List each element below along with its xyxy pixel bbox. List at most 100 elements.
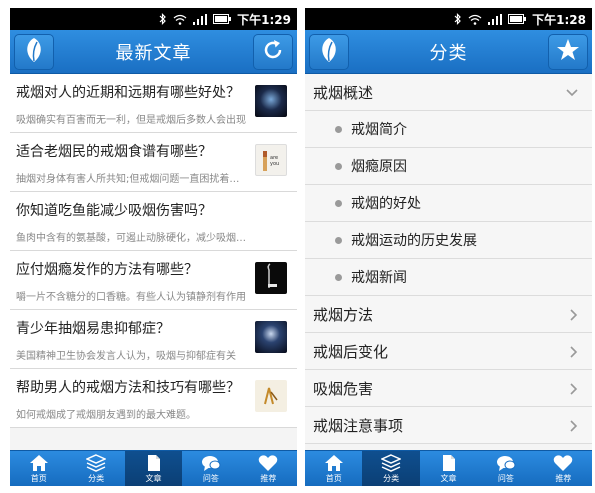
logo-button[interactable]: [14, 34, 54, 70]
bottom-tab-bar: 首页 分类 文章 问答 推荐: [305, 450, 592, 486]
article-title: 青少年抽烟易患抑郁症？: [16, 321, 170, 337]
category-label: 戒烟注意事项: [313, 416, 404, 435]
tab-category-label: 分类: [383, 474, 400, 483]
article-title: 你知道吃鱼能减少吸烟伤害吗？: [16, 203, 212, 219]
page-title: 分类: [429, 42, 468, 64]
subcategory-label: 戒烟运动的历史发展: [351, 233, 477, 249]
bluetooth-icon: [454, 13, 462, 25]
status-bar: 下午1:29: [10, 8, 297, 30]
article-item[interactable]: 戒烟对人的近期和远期有哪些好处？ 吸烟确实有百害而无一利，但是戒烟后多数人会出现: [10, 74, 297, 133]
tab-article[interactable]: 文章: [420, 451, 477, 486]
category-item[interactable]: 戒烟方法: [305, 296, 592, 333]
svg-text:you: you: [270, 161, 279, 167]
tab-qa[interactable]: 问答: [477, 451, 534, 486]
category-screen: 下午1:28 分类 戒烟概述 戒烟简介 烟瘾原因 戒烟的好处 戒烟运动的历史发展…: [305, 8, 592, 486]
article-item[interactable]: 帮助男人的戒烟方法和技巧有哪些？ 如何戒烟成了戒烟朋友遇到的最大难题。: [10, 369, 297, 428]
tab-home[interactable]: 首页: [305, 451, 362, 486]
article-title: 应付烟瘾发作的方法有哪些？: [16, 262, 198, 278]
document-icon: [145, 454, 163, 472]
article-thumbnail: [255, 380, 287, 412]
article-title: 帮助男人的戒烟方法和技巧有哪些？: [16, 380, 240, 396]
header: 分类: [305, 30, 592, 74]
subcategory-item[interactable]: 戒烟运动的历史发展: [305, 222, 592, 259]
article-summary: 鱼肉中含有的氨基酸，可遏止动脉硬化，减少吸烟伤害: [16, 233, 249, 244]
tab-recommend[interactable]: 推荐: [535, 451, 592, 486]
battery-icon: [508, 14, 527, 24]
home-icon: [29, 454, 49, 472]
battery-icon: [213, 14, 232, 24]
article-summary: 吸烟确实有百害而无一利，但是戒烟后多数人会出现: [16, 115, 246, 126]
tab-qa-label: 问答: [202, 474, 219, 483]
layers-icon: [86, 454, 107, 472]
tab-category[interactable]: 分类: [362, 451, 420, 486]
bullet-dot: [335, 125, 342, 133]
tab-article-label: 文章: [440, 474, 457, 483]
article-summary: 抽烟对身体有害人所共知;但戒烟问题一直困扰着人们: [16, 174, 249, 185]
tab-recommend[interactable]: 推荐: [240, 451, 297, 486]
tab-category[interactable]: 分类: [67, 451, 124, 486]
refresh-button[interactable]: [253, 34, 293, 70]
article-thumbnail: are you: [255, 144, 287, 176]
tab-home-label: 首页: [30, 474, 47, 483]
category-label: 戒烟方法: [313, 305, 374, 324]
chat-bubble-icon: [201, 454, 221, 472]
bluetooth-icon: [159, 13, 167, 25]
subcategory-item[interactable]: 烟瘾原因: [305, 148, 592, 185]
tab-article-label: 文章: [145, 474, 162, 483]
chevron-down-icon: [566, 74, 578, 111]
leaf-logo-icon: [318, 37, 340, 67]
article-item[interactable]: 适合老烟民的戒烟食谱有哪些？ 抽烟对身体有害人所共知;但戒烟问题一直困扰着人们 …: [10, 133, 297, 192]
status-time: 下午1:28: [532, 12, 586, 27]
layers-icon: [381, 454, 402, 472]
article-summary: 美国精神卫生协会发言人认为，吸烟与抑郁症有关: [16, 351, 236, 362]
subcategory-label: 烟瘾原因: [351, 159, 407, 175]
home-icon: [324, 454, 344, 472]
bullet-dot: [335, 199, 342, 207]
tab-article[interactable]: 文章: [124, 451, 183, 486]
subcategory-item[interactable]: 戒烟的好处: [305, 185, 592, 222]
article-item[interactable]: 你知道吃鱼能减少吸烟伤害吗？ 鱼肉中含有的氨基酸，可遏止动脉硬化，减少吸烟伤害: [10, 192, 297, 251]
signal-icon: [488, 13, 503, 25]
category-list: 戒烟概述 戒烟简介 烟瘾原因 戒烟的好处 戒烟运动的历史发展 戒烟新闻 戒烟方法: [305, 74, 592, 444]
category-label: 戒烟后变化: [313, 342, 389, 361]
subcategory-item[interactable]: 戒烟简介: [305, 111, 592, 148]
article-summary: 如何戒烟成了戒烟朋友遇到的最大难题。: [16, 410, 196, 421]
header: 最新文章: [10, 30, 297, 74]
tab-recommend-label: 推荐: [555, 474, 572, 483]
star-icon: [556, 38, 580, 66]
favorite-button[interactable]: [548, 34, 588, 70]
signal-icon: [193, 13, 208, 25]
article-title: 戒烟对人的近期和远期有哪些好处？: [16, 85, 240, 101]
subcategory-label: 戒烟的好处: [351, 196, 421, 212]
chevron-right-icon: [570, 370, 578, 407]
category-item[interactable]: 戒烟注意事项: [305, 407, 592, 444]
leaf-logo-icon: [23, 37, 45, 67]
tab-home[interactable]: 首页: [10, 451, 67, 486]
status-bar: 下午1:28: [305, 8, 592, 30]
chevron-right-icon: [570, 333, 578, 370]
category-label: 吸烟危害: [313, 379, 374, 398]
category-item[interactable]: 吸烟危害: [305, 370, 592, 407]
chevron-right-icon: [570, 296, 578, 333]
tab-recommend-label: 推荐: [260, 474, 277, 483]
tab-qa[interactable]: 问答: [182, 451, 239, 486]
chat-bubble-icon: [496, 454, 516, 472]
tab-qa-label: 问答: [497, 474, 514, 483]
logo-button[interactable]: [309, 34, 349, 70]
refresh-icon: [261, 38, 285, 66]
bottom-tab-bar: 首页 分类 文章 问答 推荐: [10, 450, 297, 486]
articles-screen: 下午1:29 最新文章 戒烟对人的近期和远期有哪些好处？ 吸烟确实有百害而无一利…: [10, 8, 297, 486]
bullet-dot: [335, 236, 342, 244]
document-icon: [440, 454, 458, 472]
category-item[interactable]: 戒烟后变化: [305, 333, 592, 370]
heart-icon: [553, 454, 573, 472]
article-thumbnail: [255, 262, 287, 294]
article-item[interactable]: 应付烟瘾发作的方法有哪些？ 嚼一片不含糖分的口香糖。有些人认为镇静剂有作用: [10, 251, 297, 310]
category-item-expanded[interactable]: 戒烟概述: [305, 74, 592, 111]
article-item[interactable]: 青少年抽烟易患抑郁症？ 美国精神卫生协会发言人认为，吸烟与抑郁症有关: [10, 310, 297, 369]
chevron-right-icon: [570, 407, 578, 444]
wifi-icon: [173, 14, 187, 25]
subcategory-item[interactable]: 戒烟新闻: [305, 259, 592, 296]
page-title: 最新文章: [115, 42, 192, 64]
heart-icon: [258, 454, 278, 472]
